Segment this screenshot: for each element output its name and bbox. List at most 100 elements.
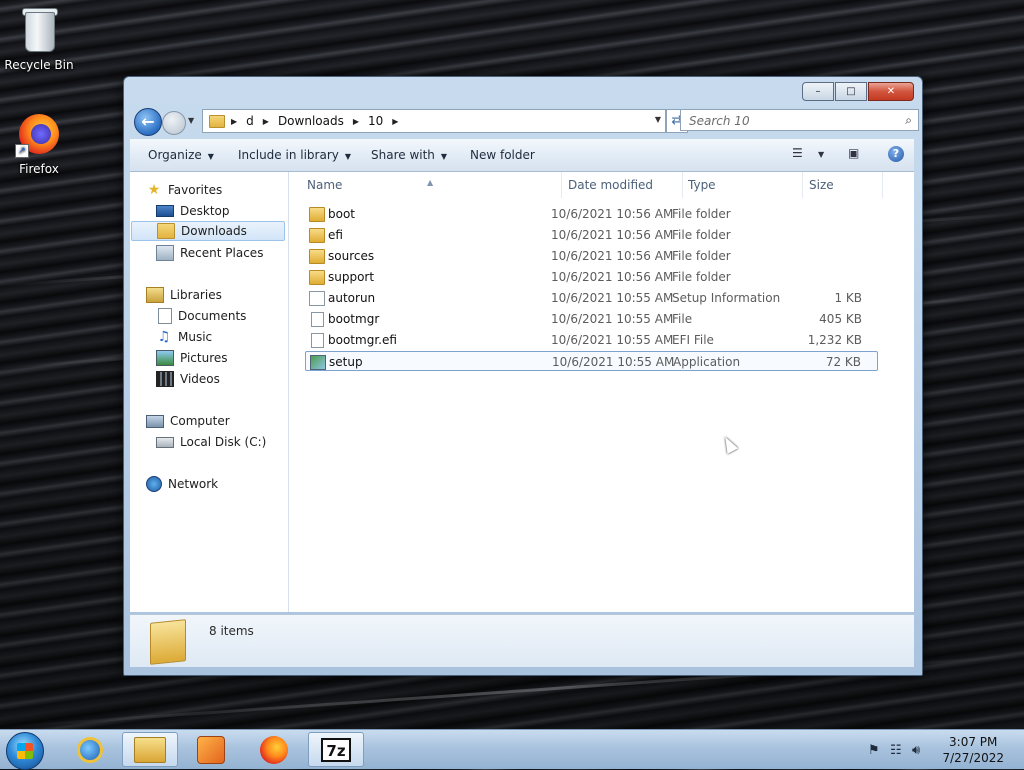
caption-buttons: – □ ✕: [801, 82, 914, 101]
setup-info-icon: [309, 291, 325, 306]
action-center-flag-icon[interactable]: ⚑: [868, 743, 880, 758]
chevron-down-icon: ▼: [344, 152, 352, 161]
nav-desktop[interactable]: Desktop: [156, 201, 230, 221]
breadcrumb-arrow-icon[interactable]: ▶: [231, 117, 237, 126]
column-header-size[interactable]: Size: [803, 172, 883, 198]
file-date-modified: 10/6/2021 10:55 AM: [551, 291, 674, 305]
view-options-dropdown[interactable]: ▼: [818, 150, 824, 159]
nav-label: Computer: [170, 414, 230, 428]
downloads-folder-icon: [157, 223, 175, 239]
nav-computer[interactable]: Computer: [146, 411, 230, 431]
file-date-modified: 10/6/2021 10:56 AM: [551, 228, 674, 242]
help-icon[interactable]: ?: [888, 146, 904, 162]
column-header-type[interactable]: Type: [683, 172, 803, 198]
nav-documents[interactable]: Documents: [156, 306, 246, 326]
nav-libraries[interactable]: Libraries: [146, 285, 222, 305]
forward-button[interactable]: [162, 111, 186, 135]
breadcrumb-item[interactable]: d: [246, 114, 254, 128]
back-button[interactable]: ←: [134, 108, 162, 136]
chevron-down-icon: ▼: [440, 152, 448, 161]
nav-downloads[interactable]: Downloads: [131, 221, 285, 241]
file-date-modified: 10/6/2021 10:56 AM: [551, 207, 674, 221]
file-row[interactable]: autorun 10/6/2021 10:55 AM Setup Informati…: [305, 288, 878, 308]
nav-label: Local Disk (C:): [180, 435, 267, 449]
preview-pane-button[interactable]: ▣: [848, 146, 859, 160]
minimize-button[interactable]: –: [802, 82, 834, 101]
change-view-button[interactable]: ☰: [792, 146, 803, 160]
file-type: File folder: [672, 270, 731, 284]
libraries-icon: [146, 287, 164, 303]
search-input[interactable]: Search 10 ⌕: [680, 109, 919, 131]
taskbar-internet-explorer[interactable]: [62, 732, 118, 767]
nav-pictures[interactable]: Pictures: [156, 348, 228, 368]
desktop-icon-recycle-bin[interactable]: Recycle Bin: [1, 6, 77, 72]
include-in-library-button[interactable]: Include in library ▼: [238, 148, 351, 162]
nav-network[interactable]: Network: [146, 474, 218, 494]
recycle-bin-icon: [15, 6, 63, 54]
file-row[interactable]: support 10/6/2021 10:56 AM File folder: [305, 267, 878, 287]
nav-label: Desktop: [180, 204, 230, 218]
breadcrumb-arrow-icon[interactable]: ▶: [263, 117, 269, 126]
recent-pages-dropdown[interactable]: ▼: [188, 116, 194, 125]
shortcut-arrow-icon: ↗: [15, 144, 29, 158]
file-row[interactable]: bootmgr.efi 10/6/2021 10:55 AM EFI File 1,2…: [305, 330, 878, 350]
volume-icon[interactable]: 🔊︎: [912, 743, 920, 758]
share-with-label: Share with: [371, 148, 435, 162]
network-icon: [146, 476, 162, 492]
start-button[interactable]: [6, 732, 44, 770]
maximize-button[interactable]: □: [835, 82, 867, 101]
file-row[interactable]: efi 10/6/2021 10:56 AM File folder: [305, 225, 878, 245]
folder-icon: [309, 207, 325, 222]
file-list: Name ▲ Date modified Type Size boot 10/6/2…: [289, 172, 914, 612]
organize-label: Organize: [148, 148, 202, 162]
clock-time: 3:07 PM: [949, 735, 998, 749]
folder-icon: [209, 114, 225, 128]
file-row[interactable]: boot 10/6/2021 10:56 AM File folder: [305, 204, 878, 224]
nav-label: Videos: [180, 372, 220, 386]
system-clock[interactable]: 3:07 PM 7/27/2022: [942, 734, 1004, 766]
address-bar[interactable]: ▶ d ▶ Downloads ▶ 10 ▶ ▼: [202, 109, 666, 133]
file-date-modified: 10/6/2021 10:55 AM: [551, 312, 674, 326]
breadcrumb-item[interactable]: 10: [368, 114, 383, 128]
organize-button[interactable]: Organize ▼: [148, 148, 214, 162]
desktop-icon-firefox[interactable]: ↗ Firefox: [1, 110, 77, 176]
desktop-icon-label: Recycle Bin: [4, 58, 74, 72]
file-row[interactable]: setup 10/6/2021 10:55 AM Application 72 KB: [305, 351, 878, 371]
column-header-label: Name: [307, 178, 343, 192]
taskbar-media-player[interactable]: [183, 732, 239, 767]
file-type: EFI File: [672, 333, 714, 347]
new-folder-button[interactable]: New folder: [470, 148, 535, 162]
file-size: 405 KB: [819, 312, 862, 326]
breadcrumb-arrow-icon[interactable]: ▶: [392, 117, 398, 126]
file-type: File folder: [672, 207, 731, 221]
taskbar-windows-explorer[interactable]: [122, 732, 178, 767]
navigation-pane: ★ Favorites Desktop Downloads Recent Plac…: [130, 172, 289, 612]
search-placeholder: Search 10: [689, 114, 750, 128]
music-note-icon: ♫: [157, 329, 171, 345]
network-tray-icon[interactable]: ☷: [890, 743, 902, 758]
nav-label: Recent Places: [180, 246, 264, 260]
nav-recent-places[interactable]: Recent Places: [156, 243, 263, 263]
details-pane: 8 items: [130, 614, 914, 667]
column-header-label: Date modified: [568, 178, 654, 192]
breadcrumb-arrow-icon[interactable]: ▶: [353, 117, 359, 126]
taskbar-7zip[interactable]: 7z: [308, 732, 364, 767]
file-date-modified: 10/6/2021 10:56 AM: [551, 249, 674, 263]
nav-favorites[interactable]: ★ Favorites: [146, 180, 223, 200]
breadcrumb-item[interactable]: Downloads: [278, 114, 344, 128]
documents-icon: [158, 308, 172, 324]
close-button[interactable]: ✕: [868, 82, 914, 101]
address-dropdown-icon[interactable]: ▼: [655, 115, 661, 124]
search-icon[interactable]: ⌕: [905, 113, 912, 128]
column-header-name[interactable]: Name ▲: [289, 172, 562, 198]
taskbar-firefox[interactable]: [246, 732, 302, 767]
sort-ascending-icon: ▲: [427, 178, 434, 187]
nav-videos[interactable]: Videos: [156, 369, 220, 389]
file-row[interactable]: bootmgr 10/6/2021 10:55 AM File 405 KB: [305, 309, 878, 329]
file-size: 1,232 KB: [807, 333, 862, 347]
nav-local-disk[interactable]: Local Disk (C:): [156, 432, 266, 452]
share-with-button[interactable]: Share with ▼: [371, 148, 447, 162]
nav-music[interactable]: ♫ Music: [156, 327, 212, 347]
column-header-date[interactable]: Date modified: [562, 172, 683, 198]
file-row[interactable]: sources 10/6/2021 10:56 AM File folder: [305, 246, 878, 266]
